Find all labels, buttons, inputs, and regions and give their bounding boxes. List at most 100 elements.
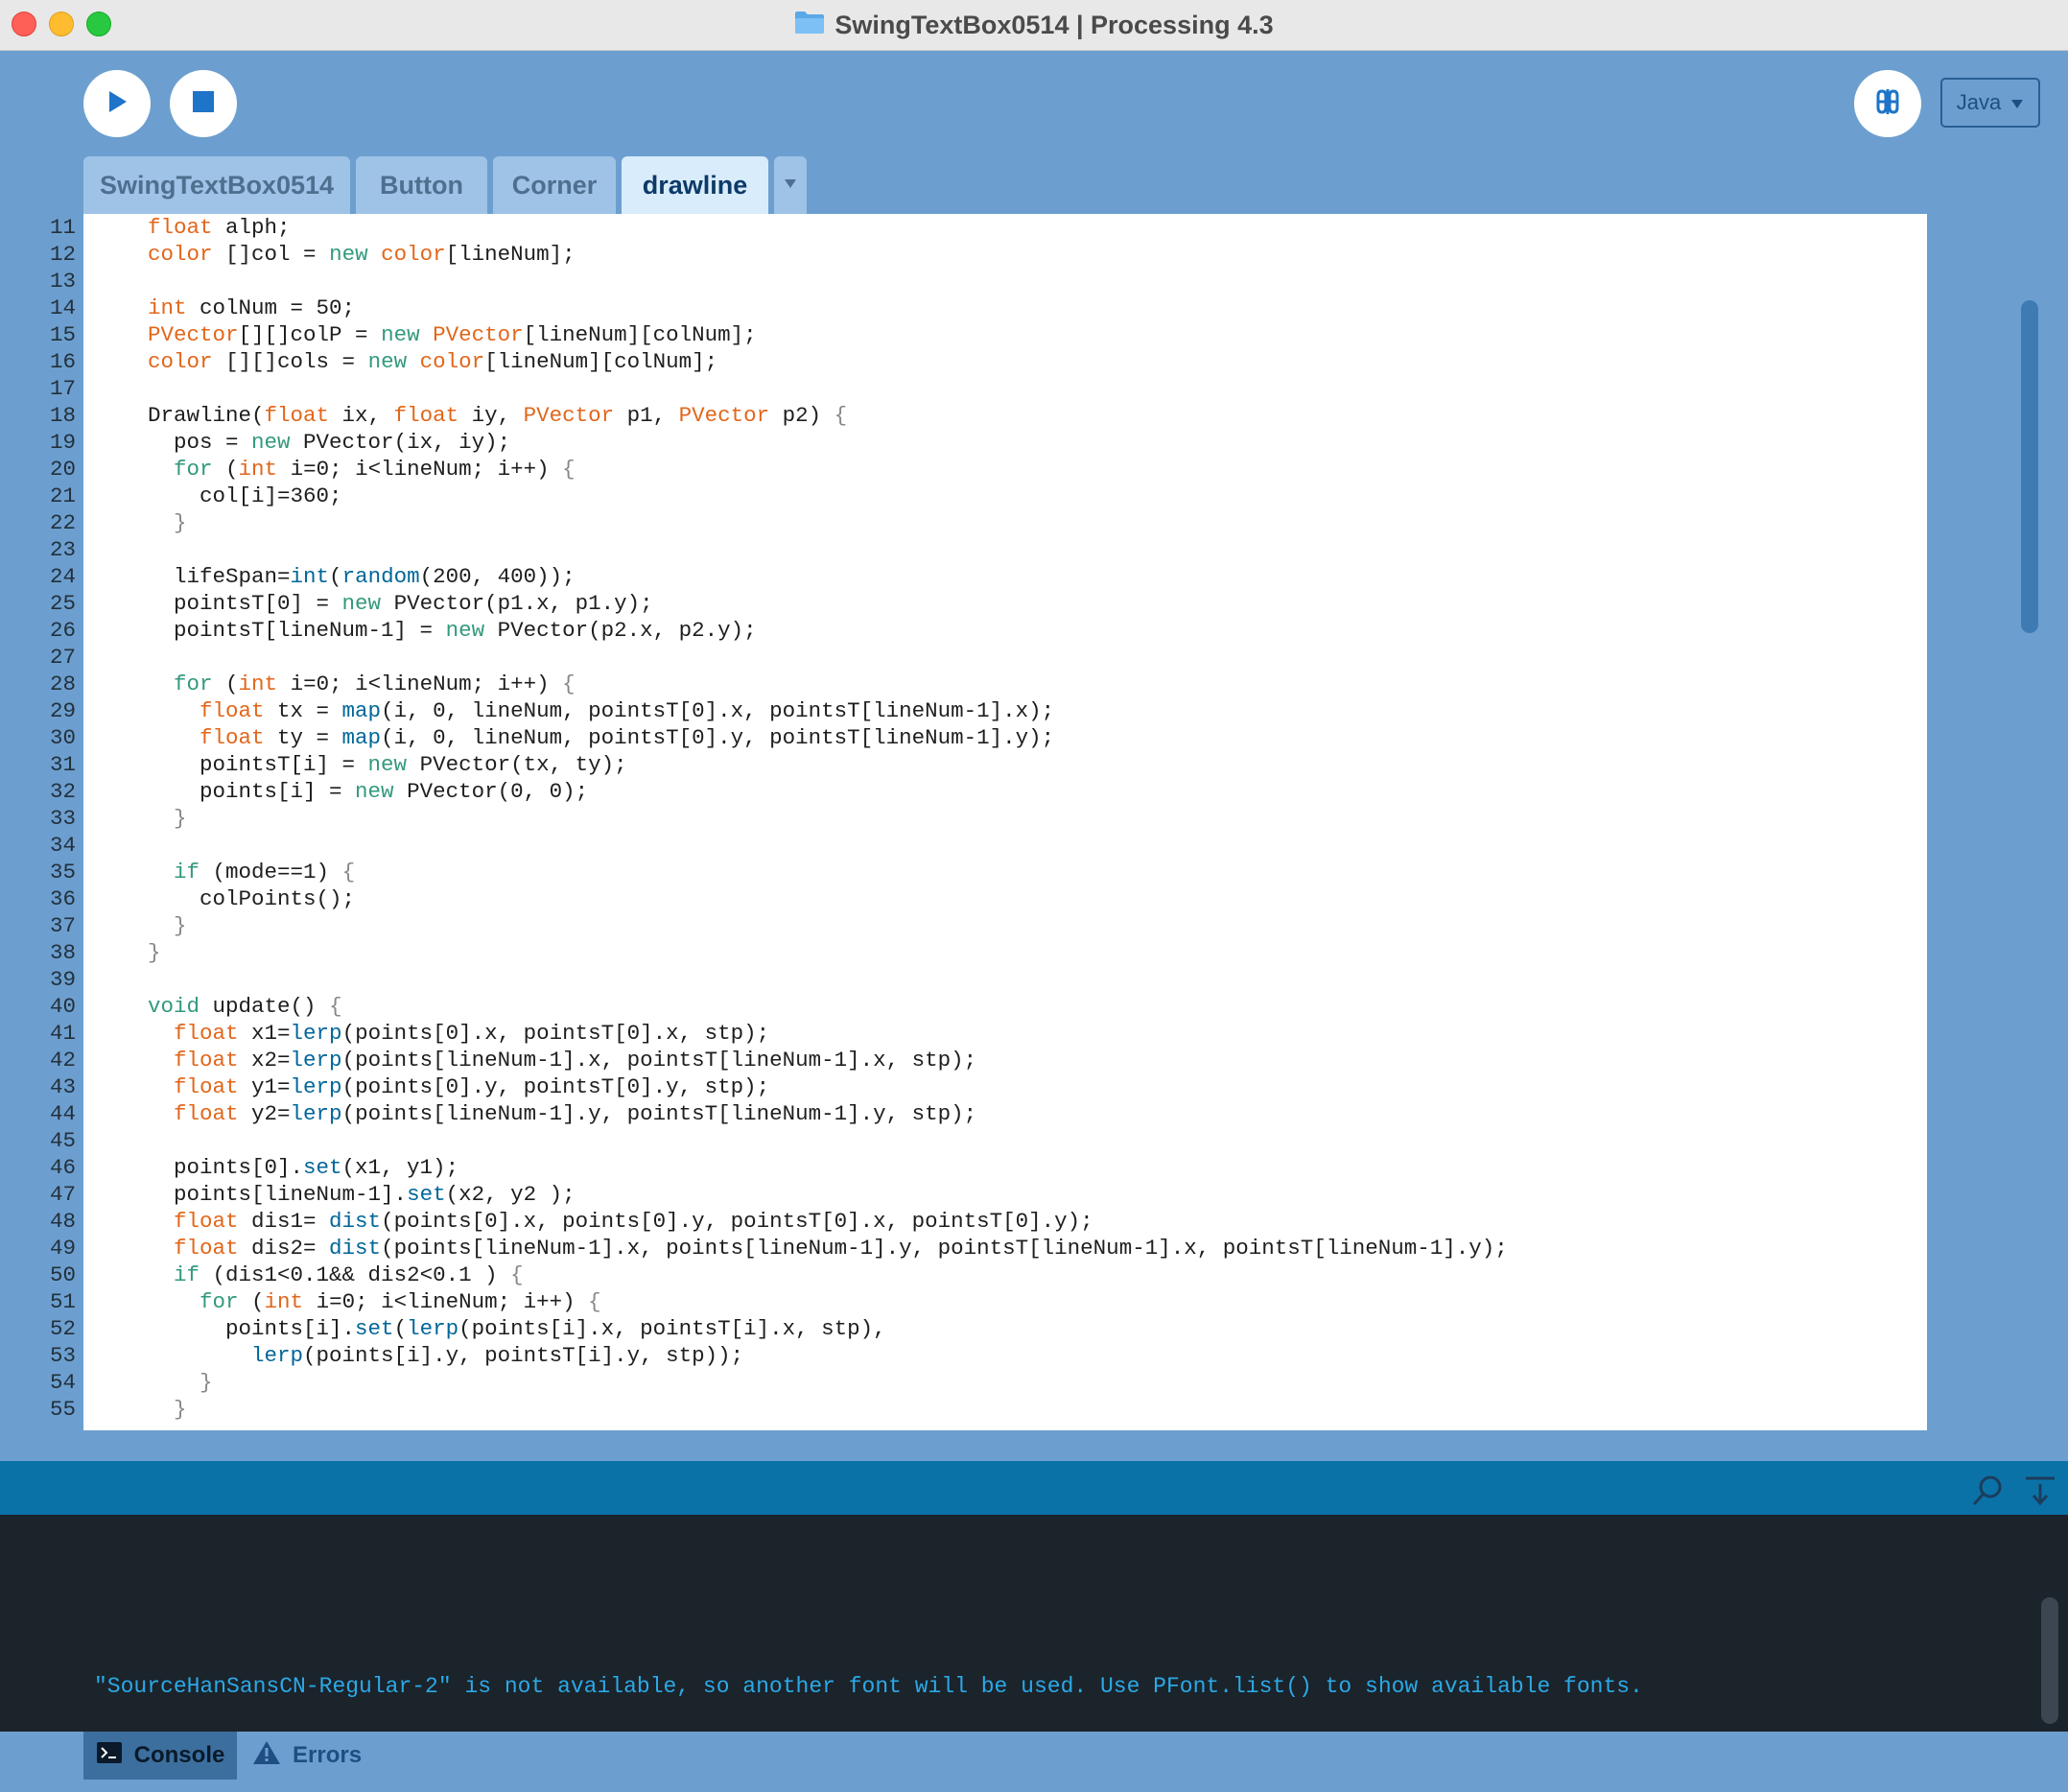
code-token: Drawline( [122,403,265,428]
editor-scrollbar-track[interactable] [1927,214,1969,1430]
code-token: float [393,403,459,428]
line-number: 24 [49,564,76,589]
code-token: (points[lineNum-1].x, pointsT[lineNum-1]… [341,1048,977,1073]
code-line: PVector[][]colP = new PVector[lineNum][c… [122,321,757,348]
code-line: color [][]cols = new color[lineNum][colN… [122,348,717,375]
code-token: [][]cols = [212,349,368,374]
code-token: random [341,564,420,589]
window-title: SwingTextBox0514 | Processing 4.3 [794,10,1274,41]
code-token: float [174,1236,239,1261]
run-button[interactable] [83,70,151,137]
window-minimize-button[interactable] [49,12,74,36]
line-number: 42 [49,1048,76,1073]
line-number: 48 [49,1209,76,1234]
code-token: set [407,1182,446,1207]
window-zoom-button[interactable] [86,12,111,36]
line-number: 43 [49,1074,76,1099]
warning-icon [252,1739,281,1773]
line-number: 20 [49,457,76,482]
line-number: 52 [49,1316,76,1341]
console-output[interactable] [0,1515,2068,1732]
console-scrollbar-thumb[interactable] [2041,1597,2058,1724]
window-close-button[interactable] [12,12,36,36]
code-editor[interactable]: float alph; color []col = new color [line… [83,214,1927,1430]
line-number: 13 [49,269,76,294]
code-token: new [445,618,485,643]
code-token: alph; [212,215,291,240]
line-number: 25 [49,591,76,616]
line-number: 38 [49,940,76,965]
code-line: Drawline(float ix, float iy, PVector p1,… [122,402,847,429]
code-token: ( [393,1316,408,1341]
code-token: float [200,725,265,750]
code-token: dist [329,1236,382,1261]
code-line: if (dis1<0.1&& dis2<0.1 ) { [122,1261,524,1288]
code-token: (points[i].y, pointsT[i].y, stp)); [303,1343,744,1368]
code-token: tx = [264,698,342,723]
code-token: []col = [212,242,330,267]
code-line: float y1=lerp(points[0].y, pointsT[0].y,… [122,1073,769,1100]
code-line: pos = new PVector(ix, iy); [122,429,510,456]
console-tab-label: Console [133,1742,225,1768]
code-token: color [148,349,213,374]
code-token: int [238,672,278,696]
code-token: PVector(tx, ty); [407,752,627,777]
tab-swingtextbox0514[interactable]: SwingTextBox0514 [83,156,350,214]
editor-scrollbar-thumb[interactable] [2021,300,2038,633]
code-token: new [329,242,368,267]
debug-icon [1871,85,1904,123]
line-number: 32 [49,779,76,804]
code-token: points[i]. [122,1316,356,1341]
code-token: float [174,1048,239,1073]
tab-corner[interactable]: Corner [493,156,616,214]
code-line: points[lineNum-1].set(x2, y2 ); [122,1181,576,1208]
console-header [0,1461,2068,1515]
line-number: 49 [49,1236,76,1261]
code-line: pointsT[i] = new PVector(tx, ty); [122,751,627,778]
code-token: new [355,779,394,804]
code-token: void [148,994,200,1019]
tab-label: Button [380,170,463,200]
code-token: pointsT[i] = [122,752,368,777]
mode-selector[interactable]: Java [1940,78,2040,128]
tab-button[interactable]: Button [356,156,487,214]
tab-menu-button[interactable] [774,156,807,214]
code-line: float y2=lerp(points[lineNum-1].y, point… [122,1100,976,1127]
code-token: float [174,1101,239,1126]
code-token: [lineNum]; [445,242,576,267]
line-number: 36 [49,886,76,911]
clear-console-icon[interactable] [2024,1474,2056,1512]
code-token: set [355,1316,394,1341]
code-token: colPoints(); [122,886,356,911]
tab-drawline[interactable]: drawline [622,156,768,214]
code-token: [][]colP = [238,322,382,347]
code-line: for (int i=0; i<lineNum; i++) { [122,671,576,697]
stop-button[interactable] [170,70,237,137]
code-token: color [419,349,485,374]
code-token: i=0; i<lineNum; i++) [277,672,563,696]
debug-button[interactable] [1854,70,1921,137]
code-token: (200, 400)); [419,564,576,589]
code-token: points[i] = [122,779,356,804]
line-number: 45 [49,1128,76,1153]
line-number: 35 [49,860,76,884]
errors-tab[interactable]: Errors [252,1732,362,1780]
line-number: 30 [49,725,76,750]
console-tab[interactable]: Console [83,1732,237,1780]
code-token: (x1, y1); [341,1155,459,1180]
code-token: ty = [264,725,342,750]
code-token: PVector [678,403,770,428]
code-token: ( [238,1289,265,1314]
code-token: lerp [290,1021,342,1046]
code-token: float [174,1074,239,1099]
code-token: y1= [238,1074,291,1099]
search-icon[interactable] [1971,1474,2004,1512]
